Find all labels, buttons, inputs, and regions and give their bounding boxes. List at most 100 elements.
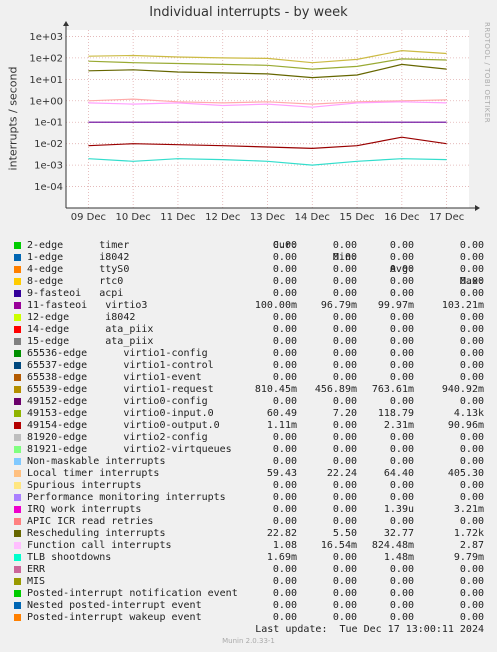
legend-avg: 0.00 [389, 288, 414, 299]
munin-version: Munin 2.0.33-1 [222, 637, 275, 645]
legend-min: 0.00 [332, 396, 357, 407]
legend-min: 0.00 [332, 576, 357, 587]
legend-max: 0.00 [459, 492, 484, 503]
x-axis-arrow [475, 205, 480, 211]
legend-min: 22.24 [326, 468, 357, 479]
legend-max: 0.00 [459, 336, 484, 347]
legend-row: 12-edge i8042 0.00 0.00 0.00 0.00 [0, 312, 497, 324]
legend-swatch [14, 278, 21, 285]
last-update: Last update: Tue Dec 17 13:00:11 2024 [255, 624, 484, 635]
legend-max: 0.00 [459, 372, 484, 383]
legend-min: 0.00 [332, 612, 357, 623]
legend-swatch [14, 566, 21, 573]
x-tick-label: 14 Dec [295, 212, 330, 223]
legend-avg: 0.00 [389, 336, 414, 347]
legend-cur: 0.00 [272, 516, 297, 527]
legend-avg: 0.00 [389, 240, 414, 251]
legend-row: IRQ work interrupts 0.00 0.00 1.39u 3.21m [0, 504, 497, 516]
legend-row: TLB shootdowns 1.69m 0.00 1.48m 9.79m [0, 552, 497, 564]
legend-cur: 0.00 [272, 588, 297, 599]
legend-row: Performance monitoring interrupts 0.00 0.0… [0, 492, 497, 504]
legend-cur: 0.00 [272, 276, 297, 287]
legend-label: TLB shootdowns [27, 552, 112, 563]
legend-max: 0.00 [459, 324, 484, 335]
legend-cur: 1.69m [266, 552, 297, 563]
legend-cur: 0.00 [272, 432, 297, 443]
legend-cur: 0.00 [272, 480, 297, 491]
legend-row: Local timer interrupts 59.43 22.24 64.40 405… [0, 468, 497, 480]
legend-swatch [14, 374, 21, 381]
legend-label: MIS [27, 576, 46, 587]
legend-max: 0.00 [459, 240, 484, 251]
legend-cur: 1.11m [266, 420, 297, 431]
legend-avg: 763.61m [371, 384, 414, 395]
legend-row: Non-maskable interrupts 0.00 0.00 0.00 0.00 [0, 456, 497, 468]
legend-max: 940.92m [441, 384, 484, 395]
legend-cur: 0.00 [272, 252, 297, 263]
legend-swatch [14, 266, 21, 273]
legend-label: 15-edge ata_piix [27, 336, 154, 347]
legend-cur: 22.82 [266, 528, 297, 539]
legend-min: 0.00 [332, 552, 357, 563]
legend-max: 0.00 [459, 312, 484, 323]
legend-cur: 0.00 [272, 456, 297, 467]
legend-cur: 0.00 [272, 576, 297, 587]
legend-row: 49152-edge virtio0-config 0.00 0.00 0.00 0.0… [0, 396, 497, 408]
legend-min: 0.00 [332, 336, 357, 347]
legend-label: 11-fasteoi virtio3 [27, 300, 148, 311]
legend-swatch [14, 554, 21, 561]
legend-row: 15-edge ata_piix 0.00 0.00 0.00 0.00 [0, 336, 497, 348]
legend-avg: 0.00 [389, 492, 414, 503]
legend-row: 14-edge ata_piix 0.00 0.00 0.00 0.00 [0, 324, 497, 336]
y-tick-label: 1e+03 [29, 32, 63, 43]
legend-min: 0.00 [332, 504, 357, 515]
legend-min: 0.00 [332, 240, 357, 251]
y-axis-arrow [63, 21, 69, 26]
legend-label: Posted-interrupt notification event [27, 588, 238, 599]
legend-avg: 0.00 [389, 600, 414, 611]
legend-swatch [14, 614, 21, 621]
legend-swatch [14, 494, 21, 501]
legend-cur: 810.45m [254, 384, 297, 395]
legend-avg: 0.00 [389, 612, 414, 623]
legend-header: Cur: Min: Avg: Max: [0, 228, 497, 287]
legend-row: 1-edge i8042 0.00 0.00 0.00 0.00 [0, 252, 497, 264]
legend-swatch [14, 314, 21, 321]
legend-min: 456.89m [314, 384, 357, 395]
legend-min: 0.00 [332, 600, 357, 611]
legend-row: 8-edge rtc0 0.00 0.00 0.00 0.00 [0, 276, 497, 288]
y-tick-label: 1e+00 [29, 96, 63, 107]
legend-max: 0.00 [459, 612, 484, 623]
legend-cur: 0.00 [272, 240, 297, 251]
legend-row: Posted-interrupt wakeup event 0.00 0.00 0.0… [0, 612, 497, 624]
legend-max: 0.00 [459, 348, 484, 359]
legend-swatch [14, 350, 21, 357]
legend-row: ERR 0.00 0.00 0.00 0.00 [0, 564, 497, 576]
legend-row: Spurious interrupts 0.00 0.00 0.00 0.00 [0, 480, 497, 492]
legend-row: Posted-interrupt notification event 0.00 0… [0, 588, 497, 600]
legend-min: 0.00 [332, 312, 357, 323]
legend-swatch [14, 482, 21, 489]
legend-max: 90.96m [447, 420, 484, 431]
legend-avg: 0.00 [389, 312, 414, 323]
legend-label: 65538-edge virtio1-event [27, 372, 202, 383]
legend-cur: 0.00 [272, 504, 297, 515]
legend-avg: 824.48m [371, 540, 414, 551]
legend-cur: 0.00 [272, 372, 297, 383]
legend-avg: 0.00 [389, 276, 414, 287]
legend-label: Posted-interrupt wakeup event [27, 612, 202, 623]
legend-label: 49153-edge virtio0-input.0 [27, 408, 214, 419]
legend-swatch [14, 326, 21, 333]
legend-swatch [14, 470, 21, 477]
legend-max: 0.00 [459, 252, 484, 263]
legend-swatch [14, 362, 21, 369]
legend-label: 2-edge timer [27, 240, 130, 251]
legend-swatch [14, 422, 21, 429]
legend-avg: 0.00 [389, 456, 414, 467]
legend-avg: 0.00 [389, 432, 414, 443]
legend-swatch [14, 434, 21, 441]
legend-row: 65539-edge virtio1-request 810.45m 456.89m… [0, 384, 497, 396]
legend-cur: 0.00 [272, 396, 297, 407]
legend-max: 4.13k [453, 408, 484, 419]
legend-row: 9-fasteoi acpi 0.00 0.00 0.00 0.00 [0, 288, 497, 300]
